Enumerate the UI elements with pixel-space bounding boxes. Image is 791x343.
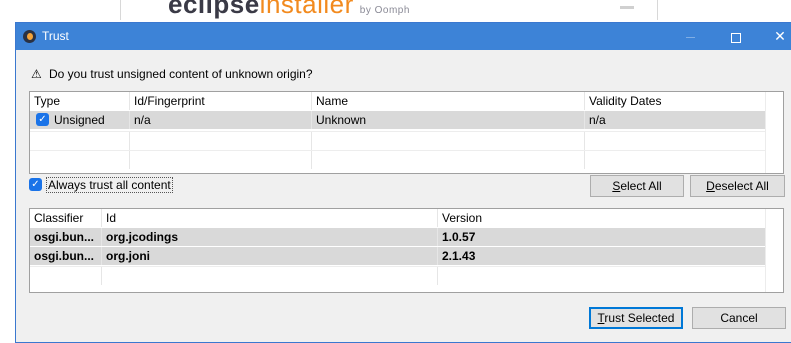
question-text: Do you trust unsigned content of unknown…: [49, 67, 313, 81]
maximize-button[interactable]: [714, 23, 758, 50]
select-all-button[interactable]: Select All: [590, 175, 684, 197]
minimize-icon: [685, 37, 695, 39]
trust-question: ⚠ Do you trust unsigned content of unknow…: [31, 67, 313, 81]
maximize-icon: [731, 32, 741, 43]
close-button[interactable]: ✕: [758, 23, 791, 50]
empty-row: [30, 266, 766, 285]
type-value: Unsigned: [54, 113, 105, 127]
minimize-button[interactable]: [668, 23, 712, 50]
background-minimize-control: [620, 6, 634, 9]
always-trust-label: Always trust all content: [46, 177, 173, 193]
column-header-validity[interactable]: Validity Dates: [585, 92, 766, 110]
column-header-name[interactable]: Name: [312, 92, 585, 110]
close-icon: ✕: [774, 28, 786, 44]
certificates-table: Type Id/Fingerprint Name Validity Dates …: [29, 91, 784, 174]
deselect-all-button[interactable]: Deselect All: [690, 175, 785, 197]
fingerprint-cell: n/a: [130, 111, 312, 129]
table-row[interactable]: osgi.bun... org.jcodings 1.0.57: [30, 228, 766, 246]
classifier-cell: osgi.bun...: [30, 228, 102, 246]
always-trust-check-icon: ✓: [29, 178, 42, 192]
id-cell: org.jcodings: [102, 228, 438, 246]
row-checkbox[interactable]: ✓: [36, 113, 49, 127]
background-app-window: eclipseinstaller by Oomph: [0, 0, 791, 20]
table-scroll-column: [765, 209, 783, 292]
column-header-type[interactable]: Type: [30, 92, 130, 110]
column-header-version[interactable]: Version: [438, 209, 766, 227]
validity-cell: n/a: [585, 111, 766, 129]
column-header-id[interactable]: Id: [102, 209, 438, 227]
table-row[interactable]: ✓ Unsigned n/a Unknown n/a: [30, 111, 766, 129]
artifacts-table-header: Classifier Id Version: [30, 209, 766, 227]
warning-icon: ⚠: [31, 67, 42, 81]
eclipse-app-icon: [23, 30, 36, 43]
empty-row: [30, 150, 766, 169]
name-cell: Unknown: [312, 111, 585, 129]
empty-row: [30, 131, 766, 150]
window-title: Trust: [42, 29, 69, 43]
id-cell: org.joni: [102, 247, 438, 265]
artifacts-table: Classifier Id Version osgi.bun... org.jc…: [29, 208, 784, 293]
certificates-table-header: Type Id/Fingerprint Name Validity Dates: [30, 92, 766, 110]
eclipse-installer-logo: eclipseinstaller by Oomph: [168, 0, 410, 19]
version-cell: 2.1.43: [438, 247, 766, 265]
version-cell: 1.0.57: [438, 228, 766, 246]
type-cell: ✓ Unsigned: [30, 111, 130, 129]
cancel-button[interactable]: Cancel: [692, 307, 786, 329]
always-trust-checkbox[interactable]: ✓ Always trust all content: [29, 177, 173, 193]
title-bar: Trust ✕: [16, 23, 791, 50]
trust-selected-button[interactable]: Trust Selected: [589, 307, 683, 329]
classifier-cell: osgi.bun...: [30, 247, 102, 265]
table-row[interactable]: osgi.bun... org.joni 2.1.43: [30, 247, 766, 265]
table-scroll-column: [765, 92, 783, 173]
column-header-classifier[interactable]: Classifier: [30, 209, 102, 227]
trust-dialog: Trust ✕ ⚠ Do you trust unsigned content o…: [15, 22, 791, 343]
column-header-fingerprint[interactable]: Id/Fingerprint: [130, 92, 312, 110]
